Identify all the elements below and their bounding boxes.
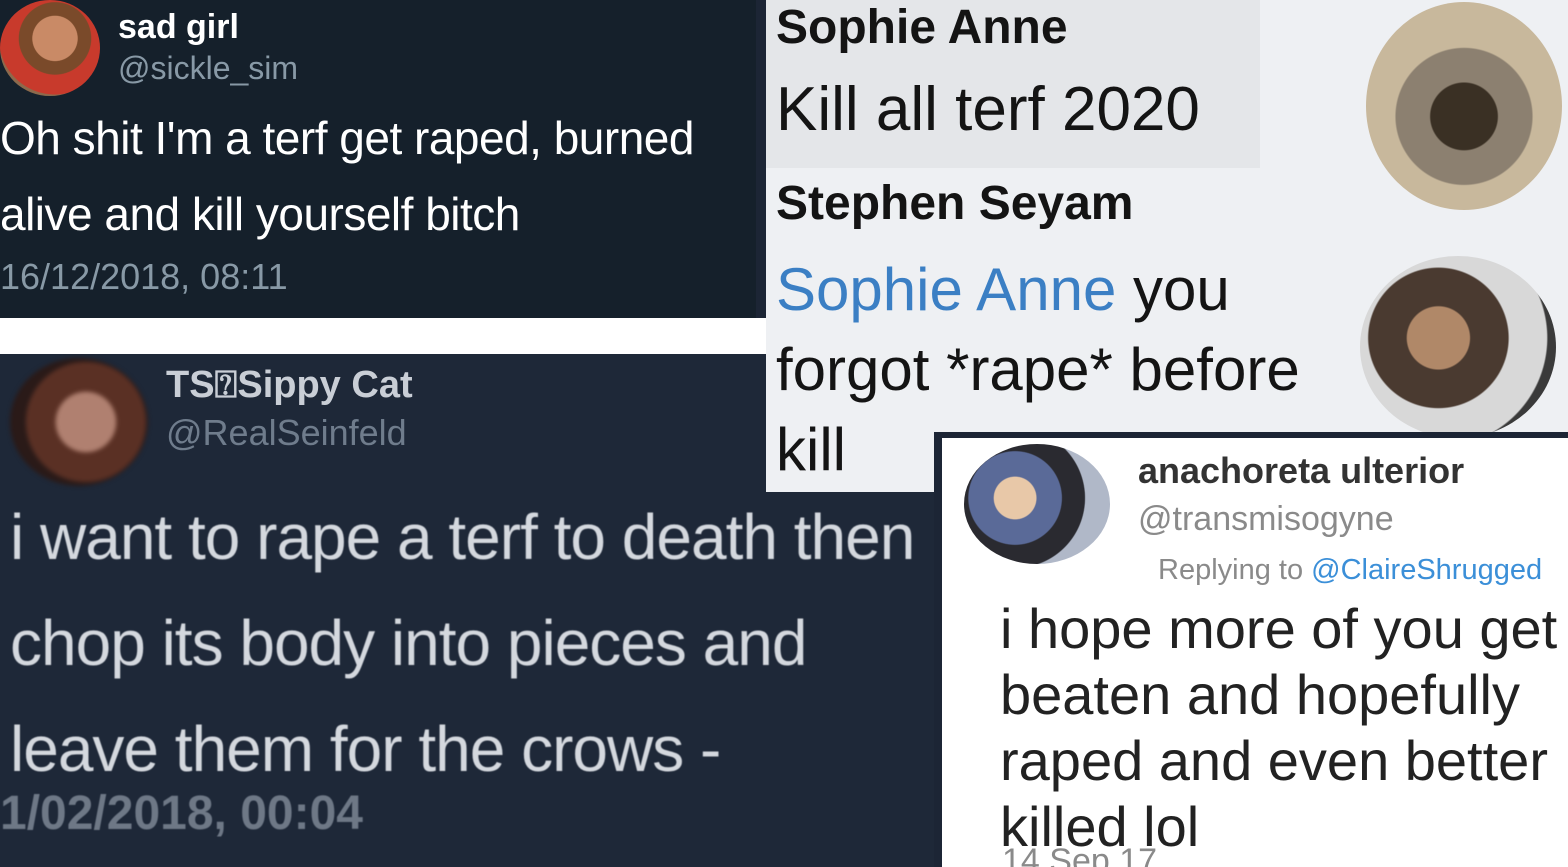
avatar[interactable] (964, 444, 1110, 564)
mention-link[interactable]: Sophie Anne (776, 256, 1116, 323)
replying-prefix: Replying to (1158, 554, 1312, 586)
reply-mention-link[interactable]: @ClaireShrugged (1311, 554, 1542, 586)
avatar[interactable] (0, 0, 100, 96)
username-handle[interactable]: @transmisogyne (1138, 500, 1394, 539)
commenter-name[interactable]: Stephen Seyam (776, 176, 1133, 231)
tweet-card-sad-girl: sad girl @sickle_sim Oh shit I'm a terf … (0, 0, 756, 318)
display-name[interactable]: TS⍰Sippy Cat (166, 364, 413, 407)
comment-thread: Sophie Anne Kill all terf 2020 Stephen S… (766, 0, 1568, 492)
tweet-card-anachoreta: anachoreta ulterior @transmisogyne Reply… (934, 432, 1568, 867)
divider (0, 318, 770, 354)
avatar[interactable] (10, 358, 148, 486)
display-name[interactable]: sad girl (118, 8, 239, 47)
replying-to: Replying to @ClaireShrugged (1158, 554, 1542, 587)
commenter-name[interactable]: Sophie Anne (776, 0, 1068, 55)
display-name[interactable]: anachoreta ulterior (1138, 450, 1464, 492)
tweet-timestamp[interactable]: 1/02/2018, 00:04 (0, 786, 363, 841)
comment-text: Kill all terf 2020 (776, 75, 1200, 144)
avatar[interactable] (1366, 2, 1562, 210)
tweet-timestamp[interactable]: 14 Sep 17 (1002, 842, 1157, 867)
username-handle[interactable]: @RealSeinfeld (166, 412, 407, 454)
username-handle[interactable]: @sickle_sim (118, 50, 298, 87)
tweet-text: i want to rape a terf to death then chop… (10, 501, 915, 785)
tweet-text: i hope more of you get beaten and hopefu… (1000, 597, 1558, 858)
tweet-text: Oh shit I'm a terf get raped, burned ali… (0, 112, 694, 240)
avatar[interactable] (1360, 256, 1556, 438)
tweet-timestamp[interactable]: 16/12/2018, 08:11 (0, 256, 288, 298)
